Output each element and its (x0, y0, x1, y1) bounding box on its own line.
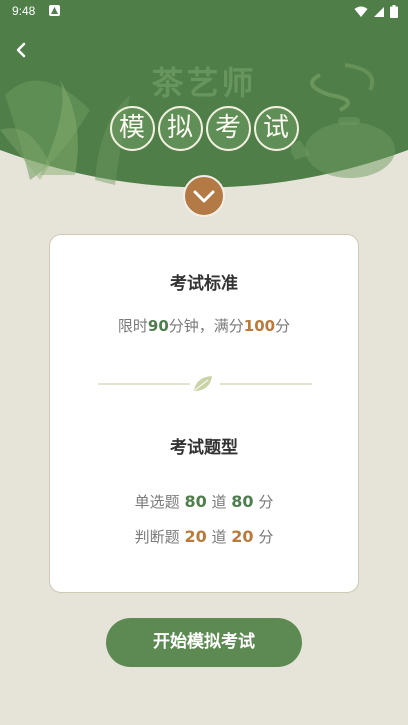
type-unit: 道 (211, 528, 227, 546)
chevron-down-icon (193, 190, 215, 203)
type-count: 20 (184, 527, 207, 546)
standard-suffix: 分 (275, 317, 291, 335)
title-char: 模 (109, 106, 155, 151)
time-limit-value: 90 (147, 317, 169, 335)
notification-icon (49, 5, 60, 16)
type-unit: 道 (211, 493, 227, 511)
battery-icon (390, 5, 398, 18)
leaf-divider (98, 376, 312, 391)
exam-info-card: 考试标准 限时90分钟，满分100分 考试题型 单选题 80 道 80 分 判断… (49, 234, 359, 593)
standard-title: 考试标准 (170, 274, 238, 294)
title-banner-text: 茶艺师 (151, 64, 257, 102)
status-time: 9:48 (12, 4, 36, 18)
type-label: 单选题 (134, 493, 180, 511)
status-bar: 9:48 (0, 0, 408, 24)
type-row-true-false: 判断题 20 道 20 分 (50, 526, 358, 547)
status-icons (354, 5, 398, 18)
start-exam-button[interactable]: 开始模拟考试 (106, 618, 302, 667)
header-banner: 茶艺师 模 拟 考 试 (0, 0, 408, 190)
title-chars: 模 拟 考 试 (0, 106, 408, 151)
full-score-value: 100 (243, 317, 276, 335)
expand-badge (183, 175, 225, 217)
standard-prefix: 限时 (117, 317, 148, 335)
types-title: 考试题型 (170, 438, 238, 458)
type-score-unit: 分 (258, 528, 274, 546)
type-score: 80 (231, 492, 254, 511)
standard-middle: 分钟，满分 (168, 317, 244, 335)
title-char: 试 (253, 106, 299, 151)
type-row-single-choice: 单选题 80 道 80 分 (50, 491, 358, 512)
type-score: 20 (231, 527, 254, 546)
title-char: 考 (205, 106, 251, 151)
back-button[interactable] (10, 38, 34, 62)
wifi-icon (354, 6, 368, 17)
type-count: 80 (184, 492, 207, 511)
standard-text: 限时90分钟，满分100分 (50, 315, 358, 336)
signal-icon (374, 6, 384, 17)
type-label: 判断题 (134, 528, 180, 546)
chevron-left-icon (16, 42, 26, 58)
title-char: 拟 (157, 106, 203, 151)
type-score-unit: 分 (258, 493, 274, 511)
